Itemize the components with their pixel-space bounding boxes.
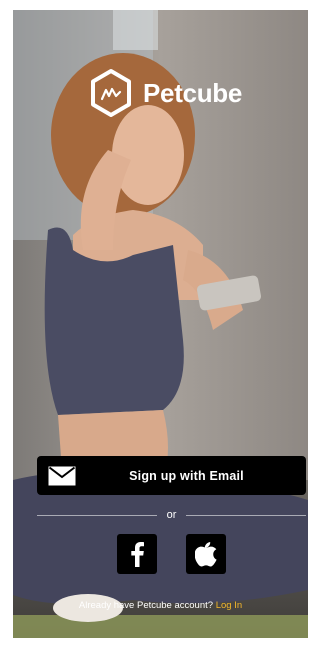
facebook-icon xyxy=(131,542,144,567)
or-divider: or xyxy=(37,508,306,522)
facebook-login-button[interactable] xyxy=(117,534,157,574)
login-prompt-row: Already have Petcube account? Log In xyxy=(13,600,308,611)
login-prompt-text: Already have Petcube account? xyxy=(78,600,214,611)
login-link[interactable]: Log In xyxy=(216,600,242,611)
signup-email-button[interactable]: Sign up with Email xyxy=(37,456,306,495)
app-logo: Petcube xyxy=(89,68,242,118)
divider-line-right xyxy=(186,514,306,516)
petcube-hexagon-icon xyxy=(91,69,131,117)
signup-email-label: Sign up with Email xyxy=(129,468,244,483)
apple-icon xyxy=(195,542,217,567)
divider-line-left xyxy=(37,514,157,516)
app-logo-text: Petcube xyxy=(143,77,243,108)
login-screen: Petcube Sign up with Email or Already ha… xyxy=(13,10,308,638)
envelope-icon xyxy=(48,466,76,486)
apple-login-button[interactable] xyxy=(186,534,226,574)
or-text: or xyxy=(166,509,177,521)
